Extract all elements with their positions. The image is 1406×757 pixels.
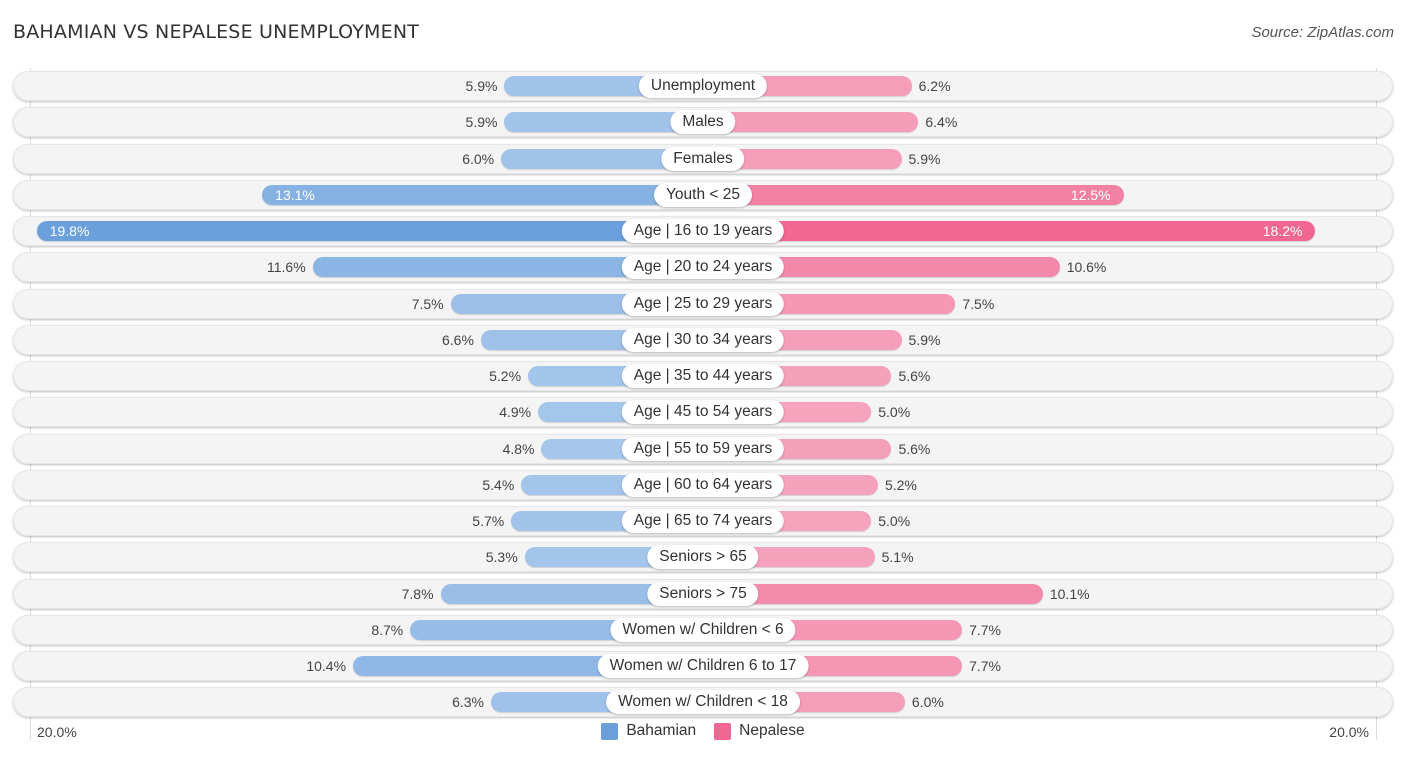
value-label-bahamian: 5.3%	[485, 549, 518, 565]
legend-swatch-nepalese	[714, 722, 732, 740]
value-label-bahamian: 5.9%	[465, 78, 498, 94]
category-label: Age | 20 to 24 years	[621, 255, 785, 279]
legend-label-bahamian: Bahamian	[626, 722, 697, 739]
category-label: Women w/ Children 6 to 17	[597, 654, 809, 678]
category-label: Age | 35 to 44 years	[621, 364, 785, 388]
value-label-bahamian: 11.6%	[267, 259, 306, 275]
bar-nepalese[interactable]	[703, 185, 1124, 205]
value-label-bahamian: 5.4%	[482, 477, 515, 493]
value-label-bahamian: 7.8%	[401, 586, 434, 602]
category-label: Youth < 25	[654, 183, 752, 207]
value-label-nepalese: 6.4%	[925, 114, 958, 130]
value-label-nepalese: 7.7%	[969, 622, 1002, 638]
value-label-bahamian: 8.7%	[371, 622, 404, 638]
value-label-nepalese: 10.6%	[1066, 259, 1107, 275]
value-label-bahamian: 6.0%	[462, 151, 495, 167]
bar-bahamian[interactable]	[262, 185, 703, 205]
category-label: Age | 60 to 64 years	[621, 473, 785, 497]
legend-item-bahamian[interactable]: Bahamian	[601, 722, 696, 740]
category-label: Age | 45 to 54 years	[621, 400, 785, 424]
value-label-nepalese: 5.9%	[908, 332, 941, 348]
value-label-bahamian: 6.3%	[452, 694, 485, 710]
value-label-nepalese: 12.5%	[1070, 187, 1111, 203]
value-label-nepalese: 7.7%	[969, 658, 1002, 674]
value-label-bahamian: 4.8%	[502, 441, 535, 457]
value-label-nepalese: 5.0%	[878, 513, 911, 529]
legend-item-nepalese[interactable]: Nepalese	[714, 722, 805, 740]
value-label-nepalese: 7.5%	[962, 296, 995, 312]
category-label: Age | 16 to 19 years	[621, 219, 785, 243]
value-label-bahamian: 6.6%	[442, 332, 474, 348]
value-label-nepalese: 5.6%	[898, 441, 931, 457]
value-label-nepalese: 5.2%	[884, 477, 917, 493]
category-label: Seniors > 65	[647, 545, 759, 569]
category-label: Age | 25 to 29 years	[621, 292, 785, 316]
value-label-bahamian: 4.9%	[499, 404, 532, 420]
category-label: Age | 65 to 74 years	[621, 509, 785, 533]
category-label: Age | 55 to 59 years	[621, 437, 785, 461]
category-label: Females	[661, 147, 745, 171]
bar-bahamian[interactable]	[36, 221, 703, 241]
chart-area: 5.9% 6.2% Unemployment 5.9% 6.4% Males 6.0% 5.9…	[0, 0, 1406, 757]
category-label: Age | 30 to 34 years	[621, 328, 785, 352]
value-label-nepalese: 5.9%	[908, 151, 941, 167]
value-label-nepalese: 5.1%	[881, 549, 914, 565]
value-label-bahamian: 5.9%	[465, 114, 498, 130]
category-label: Seniors > 75	[647, 582, 759, 606]
value-label-nepalese: 5.0%	[878, 404, 911, 420]
value-label-bahamian: 10.4%	[306, 658, 347, 674]
legend: Bahamian Nepalese	[0, 722, 1406, 740]
category-label: Women w/ Children < 6	[610, 618, 796, 642]
value-label-bahamian: 19.8%	[49, 223, 90, 239]
category-label: Women w/ Children < 18	[606, 690, 800, 714]
value-label-nepalese: 6.0%	[911, 694, 944, 710]
bar-nepalese[interactable]	[703, 221, 1316, 241]
value-label-nepalese: 6.2%	[918, 78, 951, 94]
value-label-nepalese: 18.2%	[1262, 223, 1303, 239]
value-label-bahamian: 7.5%	[411, 296, 444, 312]
category-label: Unemployment	[638, 74, 768, 98]
value-label-bahamian: 13.1%	[275, 187, 315, 203]
value-label-bahamian: 5.2%	[489, 368, 522, 384]
category-label: Males	[670, 110, 736, 134]
value-label-nepalese: 5.6%	[898, 368, 931, 384]
value-label-bahamian: 5.7%	[472, 513, 505, 529]
legend-swatch-bahamian	[601, 722, 619, 740]
legend-label-nepalese: Nepalese	[739, 722, 805, 739]
value-label-nepalese: 10.1%	[1049, 586, 1090, 602]
